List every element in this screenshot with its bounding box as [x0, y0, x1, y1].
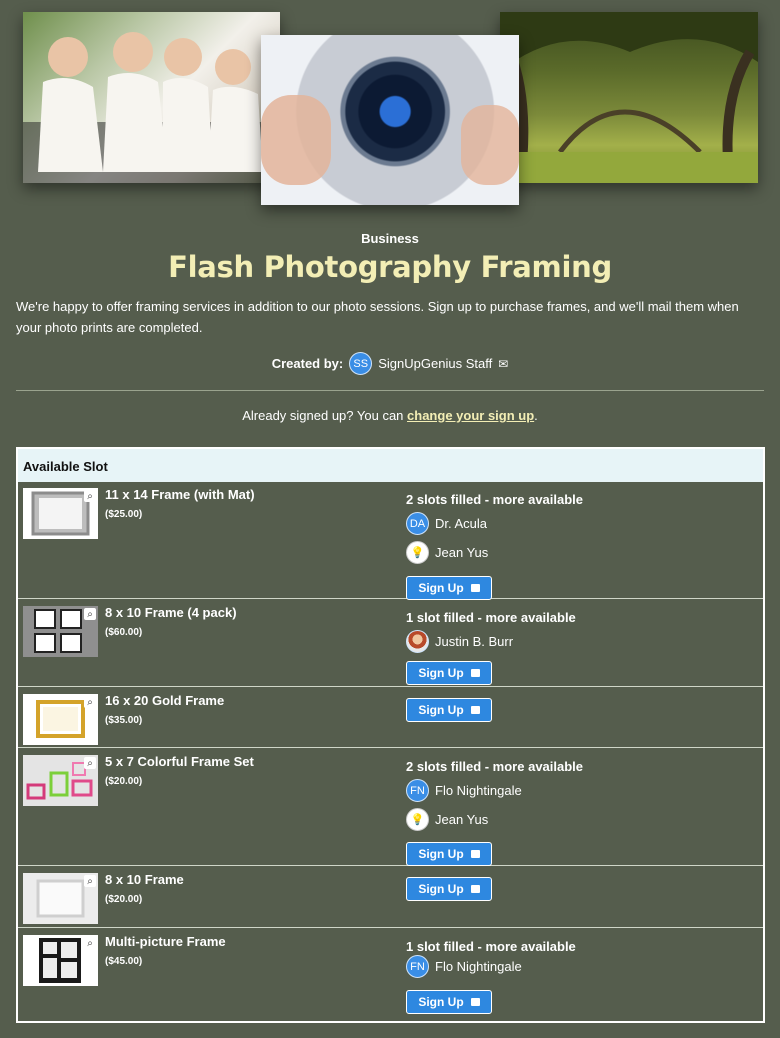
slot-name: 8 x 10 Frame (4 pack): [105, 605, 237, 620]
frame-thumbnail[interactable]: ⌕: [23, 488, 98, 539]
slot-name: Multi-picture Frame: [105, 934, 226, 949]
table-row: ⌕ 5 x 7 Colorful Frame Set ($20.00) 2 sl…: [18, 749, 763, 866]
signer: DA Dr. Acula: [406, 512, 487, 535]
table-row: ⌕ 8 x 10 Frame ($20.00) Sign Up: [18, 867, 763, 928]
lightbulb-avatar-icon: 💡: [406, 808, 429, 831]
slot-name: 5 x 7 Colorful Frame Set: [105, 754, 254, 769]
frame-thumbnail[interactable]: ⌕: [23, 606, 98, 657]
table-row: ⌕ 8 x 10 Frame (4 pack) ($60.00) 1 slot …: [18, 600, 763, 687]
zoom-icon[interactable]: ⌕: [84, 937, 96, 949]
slot-name: 11 x 14 Frame (with Mat): [105, 487, 255, 502]
slot-price: ($20.00): [105, 894, 143, 905]
frame-thumbnail[interactable]: ⌕: [23, 694, 98, 745]
signer-name: Jean Yus: [435, 812, 489, 827]
signup-button[interactable]: Sign Up: [406, 698, 492, 722]
table-row: ⌕ 11 x 14 Frame (with Mat) ($25.00) 2 sl…: [18, 482, 763, 600]
slots-table: Available Slot ⌕ 11 x 14 Frame (with Mat…: [16, 447, 765, 1023]
checkbox-icon: [470, 998, 480, 1006]
header-photo-children: [23, 12, 280, 183]
signer: FN Flo Nightingale: [406, 955, 522, 978]
frame-thumbnail[interactable]: ⌕: [23, 935, 98, 986]
page-title: Flash Photography Framing: [168, 250, 612, 284]
signer-name: Flo Nightingale: [435, 959, 522, 974]
signup-button-label: Sign Up: [418, 666, 464, 680]
signer-name: Jean Yus: [435, 545, 489, 560]
creator-name: SignUpGenius Staff: [378, 356, 493, 371]
signup-button[interactable]: Sign Up: [406, 842, 492, 866]
slot-price: ($25.00): [105, 509, 143, 520]
signer-photo-avatar: [406, 630, 429, 653]
slot-price: ($45.00): [105, 956, 143, 967]
already-signed-up: Already signed up? You can change your s…: [0, 408, 780, 423]
slot-status: 1 slot filled - more available: [406, 939, 576, 954]
signer-name: Flo Nightingale: [435, 783, 522, 798]
signup-button[interactable]: Sign Up: [406, 661, 492, 685]
signer-avatar: DA: [406, 512, 429, 535]
slot-price: ($20.00): [105, 776, 143, 787]
checkbox-icon: [470, 885, 480, 893]
divider: [16, 390, 764, 391]
category-label: Business: [361, 231, 419, 246]
signup-button-label: Sign Up: [418, 882, 464, 896]
created-by: Created by: SS SignUpGenius Staff ✉: [0, 352, 780, 375]
signer: 💡 Jean Yus: [406, 541, 488, 564]
slot-status: 2 slots filled - more available: [406, 759, 584, 774]
slot-price: ($60.00): [105, 627, 143, 638]
mail-icon[interactable]: ✉: [498, 357, 508, 371]
lightbulb-avatar-icon: 💡: [406, 541, 429, 564]
signer-name: Dr. Acula: [435, 516, 488, 531]
already-signed-up-text: Already signed up? You can: [242, 408, 404, 423]
zoom-icon[interactable]: ⌕: [84, 875, 96, 887]
zoom-icon[interactable]: ⌕: [84, 757, 96, 769]
zoom-icon[interactable]: ⌕: [84, 490, 96, 502]
table-row: ⌕ 16 x 20 Gold Frame ($35.00) Sign Up: [18, 688, 763, 748]
table-row: ⌕ Multi-picture Frame ($45.00) 1 slot fi…: [18, 929, 763, 1021]
slot-name: 8 x 10 Frame: [105, 872, 184, 887]
signup-button[interactable]: Sign Up: [406, 576, 492, 600]
checkbox-icon: [470, 706, 480, 714]
signer: Justin B. Burr: [406, 630, 513, 653]
created-by-label: Created by:: [271, 356, 344, 371]
slot-price: ($35.00): [105, 715, 143, 726]
creator-avatar: SS: [349, 352, 373, 375]
checkbox-icon: [470, 850, 480, 858]
slot-name: 16 x 20 Gold Frame: [105, 693, 225, 708]
frame-thumbnail[interactable]: ⌕: [23, 873, 98, 924]
signup-button-label: Sign Up: [418, 703, 464, 717]
zoom-icon[interactable]: ⌕: [84, 696, 96, 708]
frame-thumbnail[interactable]: ⌕: [23, 755, 98, 806]
header-photo-trees: [500, 12, 758, 183]
signer-avatar: FN: [406, 779, 429, 802]
checkbox-icon: [470, 584, 480, 592]
signup-button-label: Sign Up: [418, 581, 464, 595]
slot-status: 1 slot filled - more available: [406, 610, 576, 625]
signup-button-label: Sign Up: [418, 995, 464, 1009]
page-description: We're happy to offer framing services in…: [16, 299, 739, 335]
table-header: Available Slot: [18, 449, 763, 482]
signer: FN Flo Nightingale: [406, 779, 522, 802]
signer: 💡 Jean Yus: [406, 808, 488, 831]
signup-button[interactable]: Sign Up: [406, 877, 492, 901]
change-signup-link[interactable]: change your sign up: [407, 408, 534, 423]
checkbox-icon: [470, 669, 480, 677]
header-photo-camera: [261, 35, 519, 205]
signer-name: Justin B. Burr: [435, 634, 514, 649]
already-signed-up-suffix: .: [534, 408, 538, 423]
signup-button-label: Sign Up: [418, 847, 464, 861]
signup-button[interactable]: Sign Up: [406, 990, 492, 1014]
signer-avatar: FN: [406, 955, 429, 978]
zoom-icon[interactable]: ⌕: [84, 608, 96, 620]
slot-status: 2 slots filled - more available: [406, 492, 584, 507]
